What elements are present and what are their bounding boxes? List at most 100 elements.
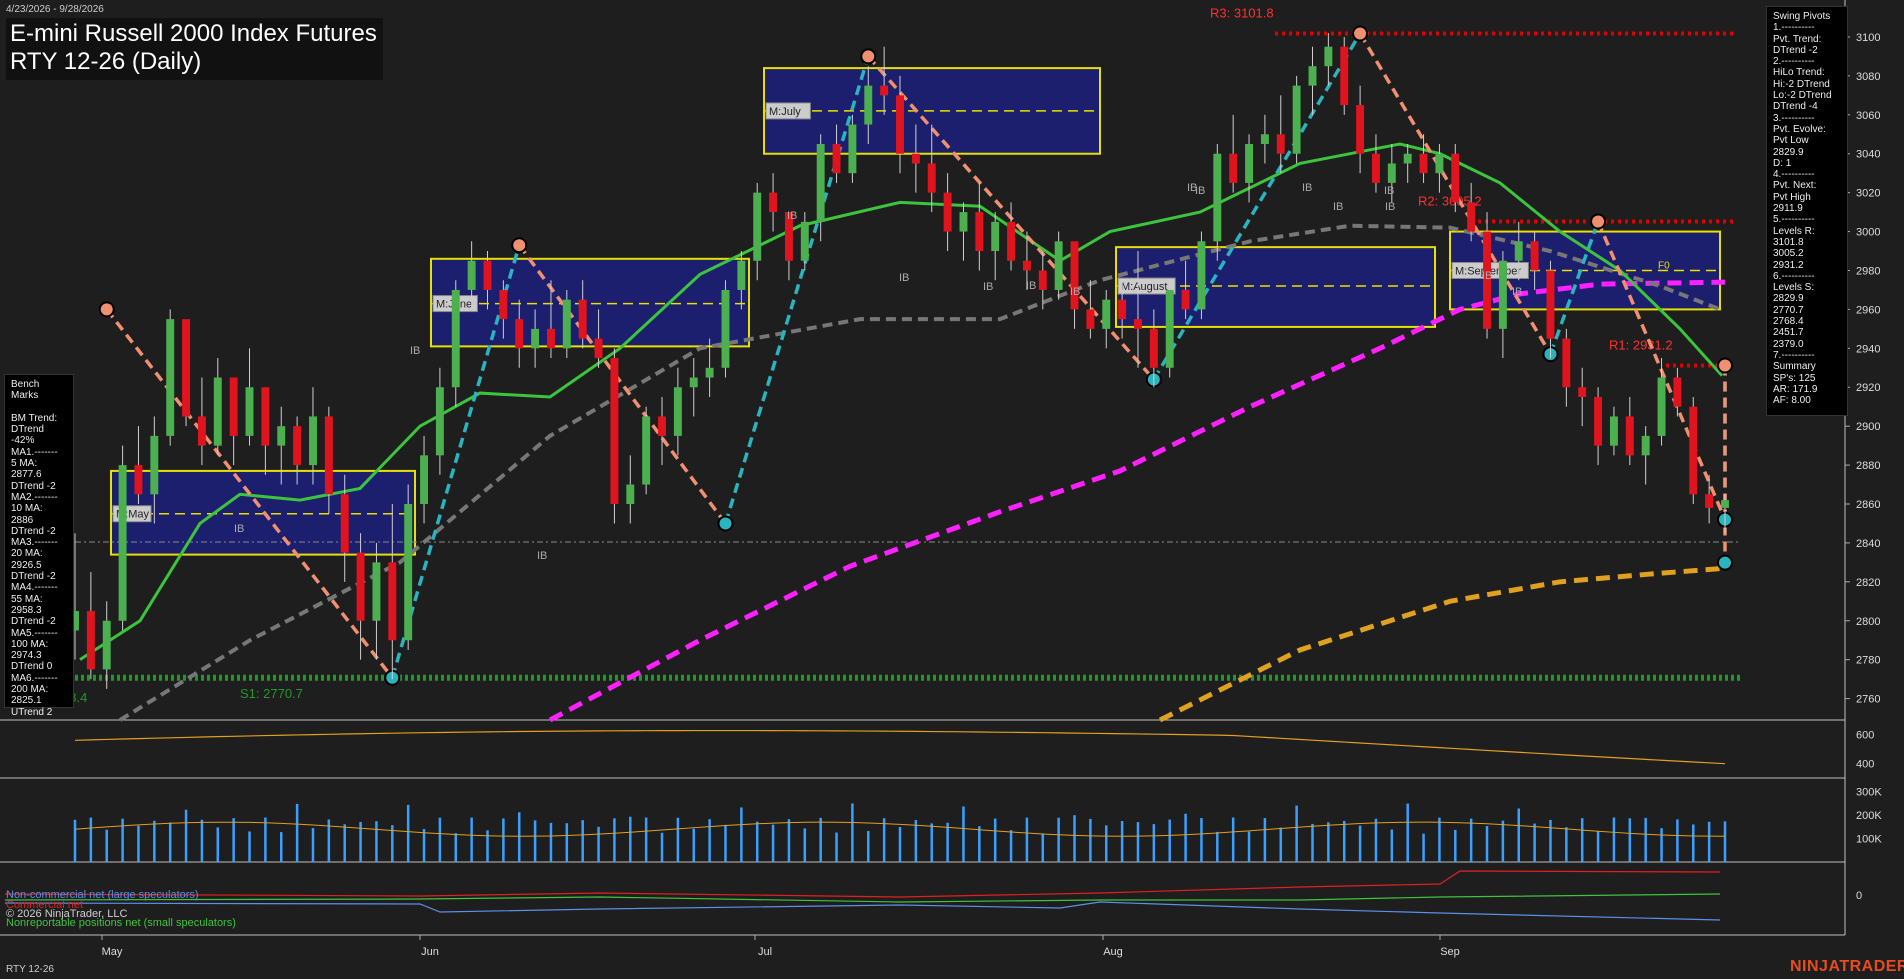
price-tick-label: 2960 [1856,304,1880,316]
swing-pivots-line: Pvt High [1773,191,1811,203]
swing-pivots-line: 5.---------- [1773,214,1815,226]
candle-body [451,289,460,388]
swing-high-marker [860,48,877,65]
candle-body [1403,153,1412,164]
benchmarks-line: 2886 [11,514,34,526]
candle-body [943,192,952,232]
price-tick-label: 2880 [1856,460,1880,472]
swing-pivots-line: Levels S: [1773,282,1815,294]
price-tick-label: 2840 [1856,538,1880,550]
swing-pivots-line: Summary [1773,361,1816,373]
benchmarks-line: 55 MA: [11,593,43,605]
ib-label: IB [1026,280,1036,292]
candle-body [1673,377,1682,407]
candle-body [1578,387,1587,397]
candle-body [1689,406,1698,495]
benchmarks-line: DTrend 0 [11,661,53,673]
benchmarks-line: 5 MA: [11,458,38,470]
candle-body [372,562,381,621]
price-tick-label: 2920 [1856,382,1880,394]
candle-body [324,416,333,495]
ib-label: IB [410,345,420,357]
candle-body [1356,105,1365,154]
benchmarks-line: DTrend -2 [11,480,56,492]
price-tick-label: 2800 [1856,616,1880,628]
candle-body [1609,416,1618,446]
benchmarks-line: MA3.------- [11,537,58,549]
candle-body [1102,299,1111,329]
price-tick-label: 2980 [1856,265,1880,277]
candle-body [1022,260,1031,271]
date-range: 4/23/2026 - 9/28/2026 [6,4,104,15]
candle-body [1086,309,1095,329]
candle-body [927,163,936,193]
swing-high-marker [511,237,528,254]
benchmarks-line: DTrend -2 [11,571,56,583]
swing-pivots-line: 2829.9 [1773,293,1804,305]
candle-body [880,85,889,96]
candle-body [340,494,349,553]
candle-body [594,338,603,359]
price-tick-label: 3060 [1856,110,1880,122]
candle-body [959,212,968,232]
candle-body [1705,494,1714,508]
candle-body [102,620,111,670]
candle-body [1197,241,1206,310]
benchmarks-line: MA2.------- [11,491,58,503]
chart-canvas[interactable]: 3100 3080 3060 3040 3020 3000 2980 2960 2940 2920… [0,0,1904,979]
swing-pivots-line: 2451.7 [1773,327,1804,339]
candle-body [1165,289,1174,368]
candle-body [1451,153,1460,203]
candle-body [1594,396,1603,446]
ib-label: IB [1385,201,1395,213]
benchmarks-line: BM Trend: [11,412,58,424]
ib-label: IB [1195,185,1205,197]
swing-pivots-line: HiLo Trend: [1773,67,1825,79]
candle-body [800,221,809,261]
box-f0-label: F0 [1658,261,1670,272]
monthly-box-label: M:August [1121,281,1167,293]
swing-pivots-line: AF: 8.00 [1773,395,1811,407]
benchmarks-line: MA5.------- [11,627,58,639]
cot-legend: Non-commercial net (large speculators) C… [6,889,236,930]
candle-body [1387,163,1396,183]
candle-body [166,319,175,436]
swing-pivots-line: 3101.8 [1773,236,1804,248]
candle-body [1340,46,1349,106]
candle-body [864,85,873,125]
candle-body [1308,66,1317,86]
candle-body [1514,241,1523,261]
candle-body [388,562,397,641]
candle-body [293,426,302,466]
candle-body [642,416,651,485]
swing-pivots-line: 2.---------- [1773,56,1815,68]
candle-body [1498,260,1507,329]
candle-body [1292,85,1301,154]
date-tick-label: Jul [758,946,772,958]
ib-label: IB [1070,286,1080,298]
candle-body [1054,241,1063,290]
swing-pivots-line: Pvt. Trend: [1773,33,1822,45]
benchmarks-panel: Bench Marks BM Trend: DTrend -42% MA1.----… [4,374,74,718]
ib-label: IB [1333,201,1343,213]
swing-high-marker [1590,213,1607,230]
candle-body [911,153,920,164]
swing-low-marker [1717,554,1733,571]
volume-tick-label: 100K [1856,834,1882,846]
candle-body [435,387,444,456]
swing-pivots-line: Pvt. Next: [1773,180,1817,192]
candle-body [832,144,841,174]
benchmarks-line: Bench Marks [11,379,40,402]
swing-pivots-line: DTrend -4 [1773,101,1818,113]
benchmarks-line: MA4.------- [11,582,58,594]
resistance-r1-label: R1: 2931.2 [1609,337,1673,352]
benchmarks-line: 2825.1 [11,695,42,707]
ib-label: IB [1512,286,1522,298]
ib-label: IB [983,281,993,293]
candle-body [483,260,492,290]
footer-symbol: RTY 12-26 [6,964,54,975]
candle-body [1419,153,1428,174]
candle-body [737,260,746,290]
benchmarks-line: 2877.6 [11,469,42,481]
ib-label: IB [1482,270,1492,282]
